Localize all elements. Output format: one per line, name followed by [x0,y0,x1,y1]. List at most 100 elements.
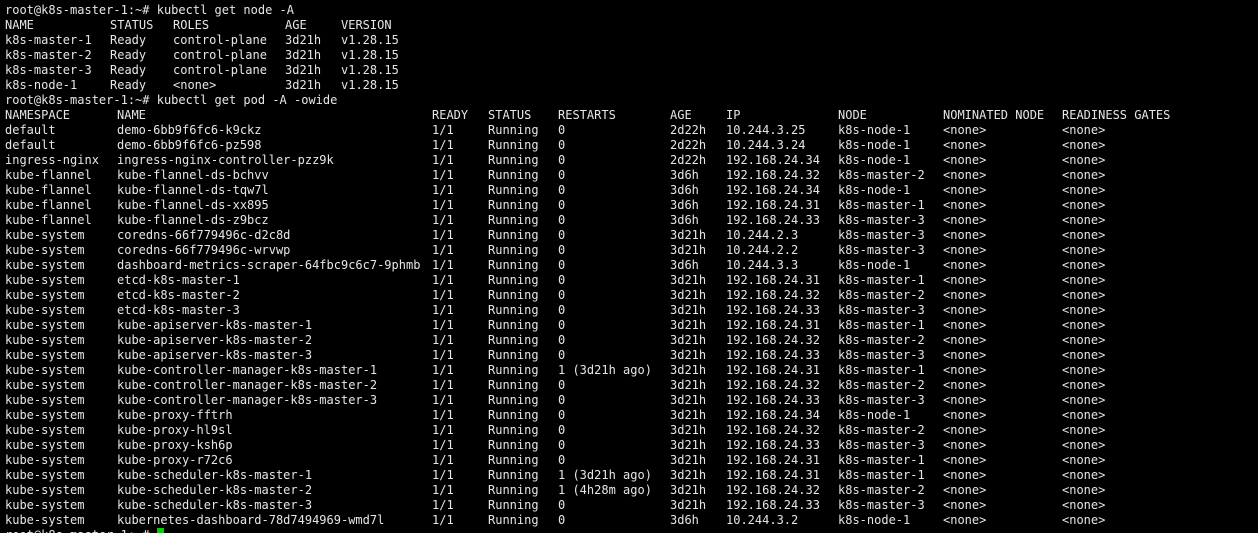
pod-nominated-node: <none> [943,498,987,512]
pod-readiness-gates: <none> [1062,378,1106,392]
pod-readiness-gates: <none> [1062,213,1106,227]
table-row: kube-system coredns-66f779496c-d2c8d 1/1 Ru… [5,228,1255,243]
pod-node: k8s-master-2 [838,333,925,347]
pod-status: Running [488,183,539,197]
pod-node: k8s-master-1 [838,363,925,377]
pod-ip: 192.168.24.33 [726,213,820,227]
pod-status: Running [488,513,539,527]
pod-restarts: 0 [558,393,566,407]
command-text: kubectl get pod -A -owide [156,93,338,107]
terminal-window[interactable]: root@k8s-master-1:~# kubectl get node -A… [5,3,1255,533]
pod-restarts: 0 [558,498,566,512]
pod-name: kube-proxy-ksh6p [117,438,233,452]
pod-ready: 1/1 [432,453,454,467]
pod-ip: 192.168.24.33 [726,498,820,512]
pod-node: k8s-node-1 [838,408,911,422]
pod-status: Running [488,438,539,452]
pod-age: 3d21h [670,453,707,467]
node-version: v1.28.15 [341,48,399,62]
node-roles: control-plane [173,33,267,47]
pod-node: k8s-master-3 [838,348,925,362]
pod-nominated-node: <none> [943,123,987,137]
pod-readiness-gates: <none> [1062,333,1106,347]
pod-namespace: kube-system [5,468,85,482]
pod-nominated-node: <none> [943,318,987,332]
pod-restarts: 0 [558,348,566,362]
pod-age: 3d21h [670,273,707,287]
node-status: Ready [110,48,147,62]
shell-prompt: root@k8s-master-1:~# [5,93,150,107]
pod-namespace: kube-system [5,453,85,467]
pod-ip: 192.168.24.32 [726,423,820,437]
pod-nominated-node: <none> [943,183,987,197]
node-name: k8s-node-1 [5,78,78,92]
pod-status: Running [488,153,539,167]
pod-ip: 10.244.3.25 [726,123,806,137]
pod-age: 3d21h [670,483,707,497]
pod-restarts: 0 [558,333,566,347]
input-line[interactable]: root@k8s-master-1:~# [5,528,1255,533]
pod-nominated-node: <none> [943,273,987,287]
pod-restarts: 0 [558,183,566,197]
pod-readiness-gates: <none> [1062,318,1106,332]
pod-name: dashboard-metrics-scraper-64fbc9c6c7-9ph… [117,258,421,272]
node-version: v1.28.15 [341,63,399,77]
pod-status: Running [488,318,539,332]
table-row: kube-system dashboard-metrics-scraper-64f… [5,258,1255,273]
node-age: 3d21h [285,33,322,47]
pod-ip: 192.168.24.34 [726,153,820,167]
pod-ip: 192.168.24.33 [726,438,820,452]
pod-readiness-gates: <none> [1062,138,1106,152]
pod-name: kube-proxy-hl9sl [117,423,233,437]
pod-namespace: kube-system [5,393,85,407]
pod-ip: 192.168.24.31 [726,198,820,212]
command-text: kubectl get node -A [156,3,295,17]
pod-ready: 1/1 [432,408,454,422]
pod-ready: 1/1 [432,243,454,257]
pod-status: Running [488,198,539,212]
pod-status: Running [488,258,539,272]
pod-restarts: 0 [558,453,566,467]
table-row: kube-flannel kube-flannel-ds-bchvv 1/1 Runn… [5,168,1255,183]
pod-node: k8s-master-3 [838,213,925,227]
pod-readiness-gates: <none> [1062,243,1106,257]
table-row: k8s-master-3 Ready control-plane 3d21h v1.28… [5,63,1255,78]
pod-ip: 192.168.24.32 [726,483,820,497]
pod-ip: 10.244.2.3 [726,228,799,242]
pod-readiness-gates: <none> [1062,153,1106,167]
column-header-name: NAME [117,108,146,122]
table-row: kube-system kube-proxy-fftrh 1/1 Running 0 3d… [5,408,1255,423]
pod-ip: 10.244.3.24 [726,138,806,152]
pod-namespace: kube-system [5,258,85,272]
node-name: k8s-master-3 [5,63,92,77]
pod-age: 3d21h [670,303,707,317]
pod-nominated-node: <none> [943,348,987,362]
pod-readiness-gates: <none> [1062,408,1106,422]
pod-name: etcd-k8s-master-2 [117,288,240,302]
pod-name: kube-apiserver-k8s-master-2 [117,333,313,347]
pod-node: k8s-node-1 [838,513,911,527]
table-row: kube-system etcd-k8s-master-3 1/1 Running 0 3… [5,303,1255,318]
pod-namespace: kube-system [5,228,85,242]
pod-age: 3d21h [670,333,707,347]
pod-namespace: kube-flannel [5,198,92,212]
pod-node: k8s-master-3 [838,228,925,242]
pod-node: k8s-node-1 [838,258,911,272]
pod-nominated-node: <none> [943,198,987,212]
pod-node: k8s-master-3 [838,498,925,512]
pod-age: 2d22h [670,123,707,137]
pod-nominated-node: <none> [943,453,987,467]
pod-age: 3d21h [670,438,707,452]
pod-node: k8s-master-3 [838,243,925,257]
pod-namespace: kube-system [5,423,85,437]
pod-ip: 192.168.24.31 [726,363,820,377]
pod-node: k8s-master-2 [838,483,925,497]
command-line: root@k8s-master-1:~# kubectl get node -A [5,3,1255,18]
pod-name: etcd-k8s-master-1 [117,273,240,287]
pod-age: 3d21h [670,228,707,242]
pod-ip: 10.244.2.2 [726,243,799,257]
pod-ip: 192.168.24.33 [726,348,820,362]
pod-namespace: ingress-nginx [5,153,99,167]
pod-readiness-gates: <none> [1062,273,1106,287]
pod-ready: 1/1 [432,378,454,392]
